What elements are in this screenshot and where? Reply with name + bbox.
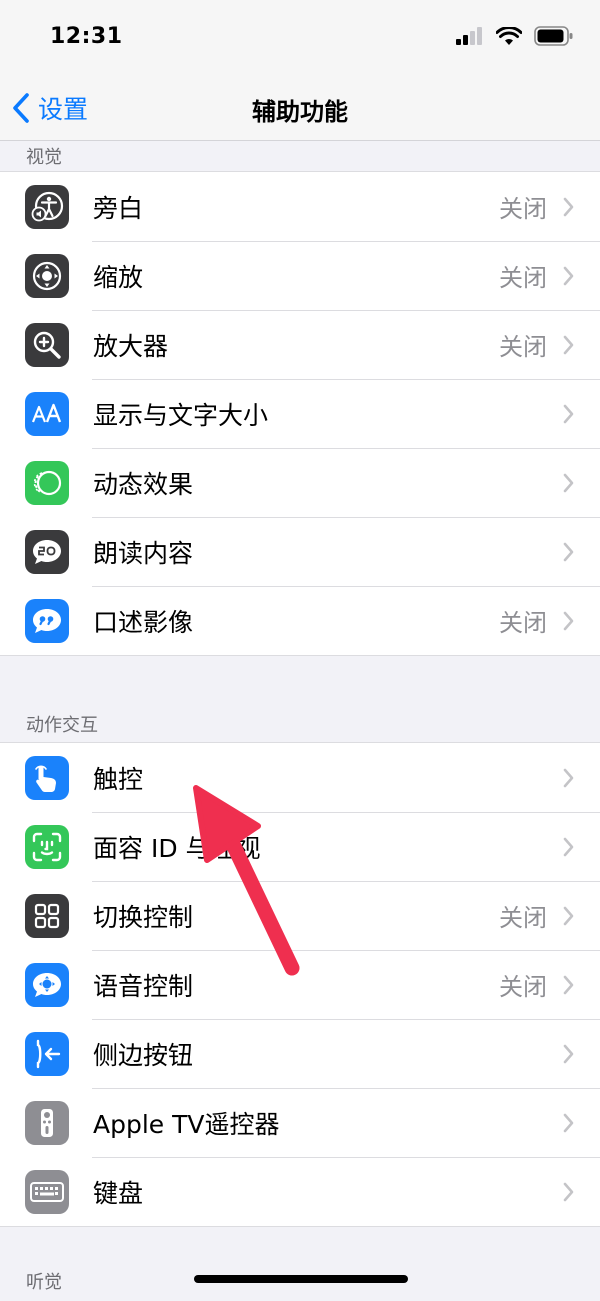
- row-label: 缩放: [93, 262, 144, 292]
- row-value: 关闭: [499, 333, 547, 361]
- row-label: 显示与文字大小: [93, 400, 269, 430]
- chevron-right-icon: [563, 768, 574, 787]
- row-switch-control[interactable]: 切换控制 关闭: [0, 881, 600, 950]
- chevron-right-icon: [563, 1044, 574, 1063]
- row-label: 朗读内容: [93, 538, 194, 568]
- chevron-right-icon: [563, 473, 574, 492]
- row-value: 关闭: [499, 195, 547, 223]
- row-display-text-size[interactable]: 显示与文字大小: [0, 379, 600, 448]
- row-label: 放大器: [93, 331, 169, 361]
- row-label: 触控: [93, 764, 144, 794]
- battery-icon: [534, 26, 573, 46]
- settings-list: 视觉 旁白 关闭 缩放 关闭 放大器 关闭 显示与文字大小 动态效果 朗读内容 …: [0, 141, 600, 1301]
- group-physical-motor: 触控 面容 ID 与注视 切换控制 关闭 语音控制 关闭 侧边按钮 Apple …: [0, 742, 600, 1227]
- status-icons: [456, 26, 574, 46]
- section-header-vision: 视觉: [26, 147, 62, 168]
- row-value: 关闭: [499, 609, 547, 637]
- row-touch[interactable]: 触控: [0, 743, 600, 812]
- text-size-icon: [25, 391, 69, 436]
- row-label: 侧边按钮: [93, 1040, 194, 1070]
- row-label: 切换控制: [93, 902, 194, 932]
- row-value: 关闭: [499, 264, 547, 292]
- chevron-right-icon: [563, 1182, 574, 1201]
- chevron-right-icon: [563, 975, 574, 994]
- voice-control-icon: [25, 962, 69, 1007]
- audio-description-icon: [25, 598, 69, 643]
- home-indicator: [194, 1275, 408, 1283]
- row-label: 键盘: [93, 1178, 144, 1208]
- row-side-button[interactable]: 侧边按钮: [0, 1019, 600, 1088]
- touch-hand-icon: [25, 755, 69, 800]
- wifi-icon: [496, 26, 522, 45]
- row-keyboard[interactable]: 键盘: [0, 1157, 600, 1226]
- status-time: 12:31: [50, 24, 123, 49]
- row-label: 面容 ID 与注视: [93, 833, 261, 863]
- face-id-icon: [25, 824, 69, 869]
- row-voice-control[interactable]: 语音控制 关闭: [0, 950, 600, 1019]
- row-zoom[interactable]: 缩放 关闭: [0, 241, 600, 310]
- row-value: 关闭: [499, 973, 547, 1001]
- side-button-icon: [25, 1031, 69, 1076]
- row-apple-tv-remote[interactable]: Apple TV遥控器: [0, 1088, 600, 1157]
- row-label: 动态效果: [93, 469, 194, 499]
- row-magnifier[interactable]: 放大器 关闭: [0, 310, 600, 379]
- row-label: 口述影像: [93, 607, 194, 637]
- chevron-right-icon: [563, 1113, 574, 1132]
- chevron-right-icon: [563, 906, 574, 925]
- speech-bubble-icon: [25, 529, 69, 574]
- cellular-signal-icon: [456, 27, 482, 45]
- chevron-right-icon: [563, 542, 574, 561]
- chevron-right-icon: [563, 611, 574, 630]
- page-title: 辅助功能: [252, 98, 348, 126]
- magnifier-icon: [25, 322, 69, 367]
- keyboard-icon: [25, 1169, 69, 1214]
- motion-icon: [25, 460, 69, 505]
- row-label: 语音控制: [93, 971, 194, 1001]
- tv-remote-icon: [25, 1100, 69, 1145]
- row-voiceover[interactable]: 旁白 关闭: [0, 172, 600, 241]
- row-motion[interactable]: 动态效果: [0, 448, 600, 517]
- row-value: 关闭: [499, 904, 547, 932]
- row-spoken-content[interactable]: 朗读内容: [0, 517, 600, 586]
- row-label: Apple TV遥控器: [93, 1109, 280, 1139]
- navigation-bar: 设置 辅助功能: [0, 78, 600, 141]
- row-face-id-attention[interactable]: 面容 ID 与注视: [0, 812, 600, 881]
- row-audio-descriptions[interactable]: 口述影像 关闭: [0, 586, 600, 655]
- group-vision: 旁白 关闭 缩放 关闭 放大器 关闭 显示与文字大小 动态效果 朗读内容 口述影…: [0, 171, 600, 656]
- chevron-right-icon: [563, 197, 574, 216]
- switch-control-icon: [25, 893, 69, 938]
- section-header-physical-motor: 动作交互: [26, 715, 98, 736]
- row-label: 旁白: [93, 193, 144, 223]
- chevron-right-icon: [563, 837, 574, 856]
- chevron-right-icon: [563, 335, 574, 354]
- zoom-icon: [25, 253, 69, 298]
- chevron-right-icon: [563, 404, 574, 423]
- status-bar: 12:31: [0, 0, 600, 78]
- chevron-right-icon: [563, 266, 574, 285]
- voiceover-icon: [25, 184, 69, 229]
